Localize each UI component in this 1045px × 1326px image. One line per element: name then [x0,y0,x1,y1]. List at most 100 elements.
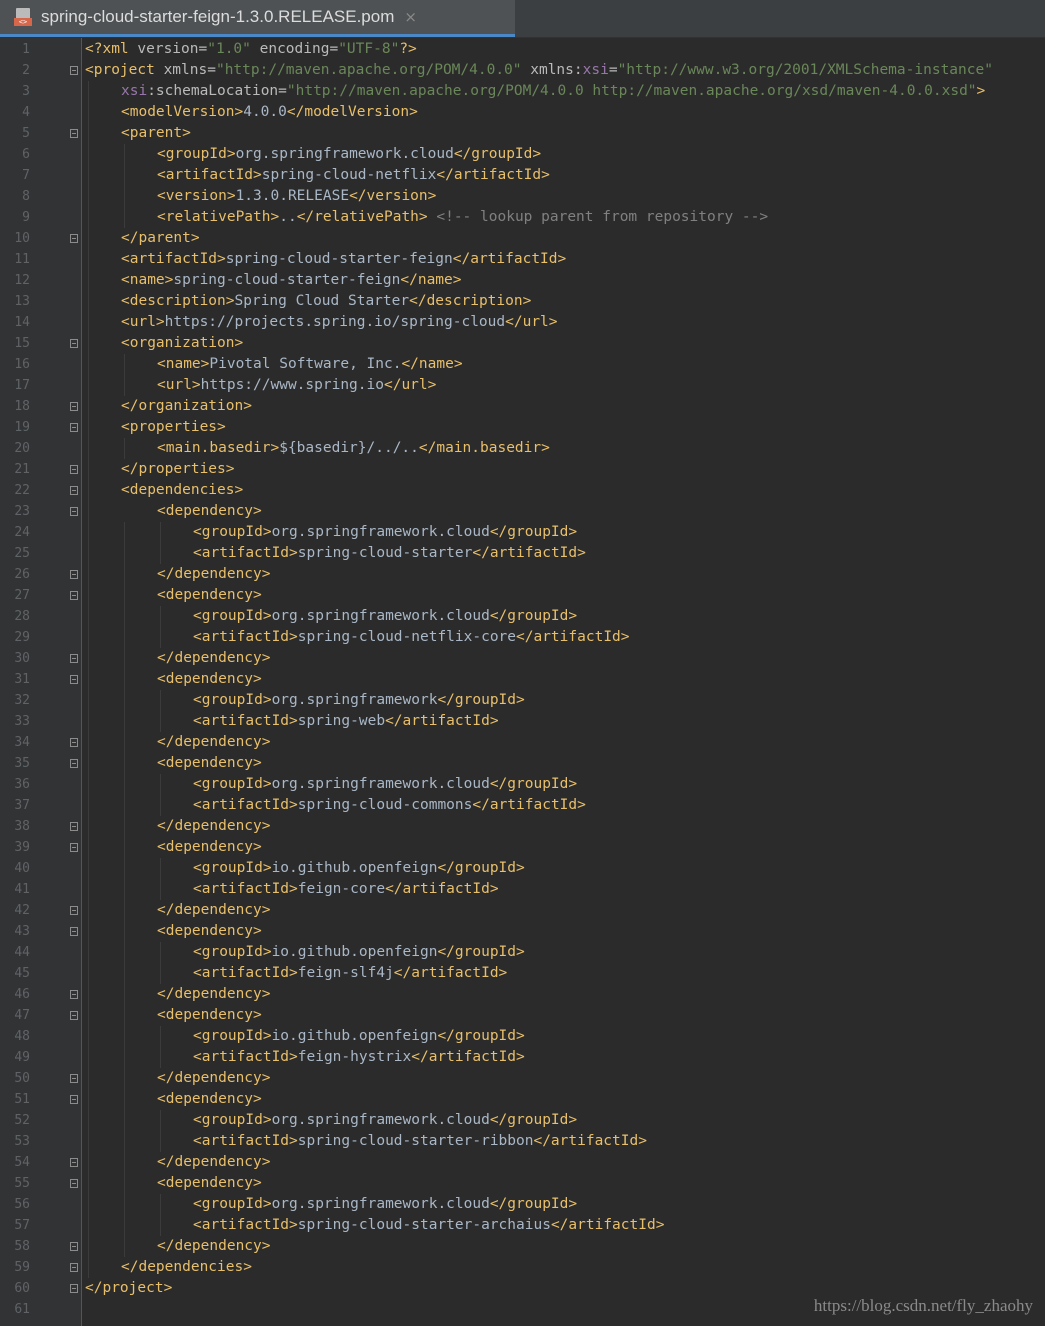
fold-marker-icon[interactable] [70,507,78,516]
fold-marker-icon[interactable] [70,843,78,852]
code-line: 44 <groupId>io.github.openfeign</groupId> [0,942,1045,963]
fold-marker-icon[interactable] [70,906,78,915]
line-number: 21 [14,462,30,477]
fold-marker-icon[interactable] [70,990,78,999]
line-number: 17 [14,378,30,393]
line-number: 40 [14,861,30,876]
line-number: 25 [14,546,30,561]
code-token: <groupId> [157,146,236,162]
code-token: :schemaLocation= [147,83,287,99]
fold-marker-icon[interactable] [70,591,78,600]
code-text: <artifactId>spring-cloud-netflix-core</a… [193,627,630,648]
line-number: 5 [22,126,30,141]
code-token: </dependency> [157,650,271,666]
code-line: 37 <artifactId>spring-cloud-commons</arti… [0,795,1045,816]
line-number: 42 [14,903,30,918]
code-token: </version> [349,188,437,204]
fold-marker-icon[interactable] [70,1095,78,1104]
code-token: feign-slf4j [297,965,394,981]
fold-marker-icon[interactable] [70,570,78,579]
code-token: feign-core [297,881,386,897]
code-line: 53 <artifactId>spring-cloud-starter-ribbo… [0,1131,1045,1152]
code-token: </groupId> [437,692,525,708]
code-token: <groupId> [193,692,272,708]
code-token: </dependency> [157,986,271,1002]
code-token: </name> [401,356,463,372]
code-token: "http://maven.apache.org/POM/4.0.0 http:… [286,83,977,99]
fold-marker-icon[interactable] [70,675,78,684]
code-line: 30 </dependency> [0,648,1045,669]
code-token: </groupId> [489,1112,578,1128]
code-token: .. [279,209,297,225]
code-line: 57 <artifactId>spring-cloud-starter-archa… [0,1215,1045,1236]
fold-marker-icon[interactable] [70,1074,78,1083]
code-text: <?xml version="1.0" encoding="UTF-8"?> [85,39,417,60]
line-number: 9 [22,210,30,225]
fold-marker-icon[interactable] [70,1158,78,1167]
fold-marker-icon[interactable] [70,822,78,831]
fold-marker-icon[interactable] [70,339,78,348]
line-number: 14 [14,315,30,330]
code-line: 26 </dependency> [0,564,1045,585]
code-token: io.github.openfeign [271,944,438,960]
code-token: https://projects.spring.io/spring-cloud [164,314,506,330]
fold-marker-icon[interactable] [70,423,78,432]
fold-marker-icon[interactable] [70,927,78,936]
line-number: 36 [14,777,30,792]
code-token: </url> [505,314,558,330]
fold-marker-icon[interactable] [70,1011,78,1020]
code-text: <dependencies> [121,480,243,501]
fold-marker-icon[interactable] [70,66,78,75]
file-tab[interactable]: <> spring-cloud-starter-feign-1.3.0.RELE… [0,0,515,37]
fold-marker-icon[interactable] [70,129,78,138]
code-token: </dependencies> [121,1259,252,1275]
code-token: </groupId> [489,524,578,540]
code-line: 24 <groupId>org.springframework.cloud</gr… [0,522,1045,543]
code-token: </artifactId> [385,713,499,729]
code-token: </dependency> [157,566,271,582]
line-number: 3 [22,84,30,99]
fold-marker-icon[interactable] [70,1179,78,1188]
code-text: </parent> [121,228,200,249]
fold-marker-icon[interactable] [70,759,78,768]
close-icon[interactable]: × [404,8,417,26]
fold-marker-icon[interactable] [70,738,78,747]
code-text: <groupId>io.github.openfeign</groupId> [193,1026,525,1047]
line-number: 19 [14,420,30,435]
code-line: 40 <groupId>io.github.openfeign</groupId> [0,858,1045,879]
fold-marker-icon[interactable] [70,465,78,474]
code-editor[interactable]: 1 <?xml version="1.0" encoding="UTF-8"?> 2… [0,38,1045,1326]
code-token: spring-cloud-starter [297,545,473,561]
line-number: 46 [14,987,30,1002]
code-text: <name>spring-cloud-starter-feign</name> [121,270,461,291]
code-token: org.springframework.cloud [271,1112,490,1128]
code-text: <groupId>org.springframework.cloud</grou… [193,774,577,795]
line-number: 18 [14,399,30,414]
fold-marker-icon[interactable] [70,1263,78,1272]
code-token: </groupId> [489,1196,578,1212]
line-number: 22 [14,483,30,498]
code-line: 20 <main.basedir>${basedir}/../..</main.b… [0,438,1045,459]
code-text: <artifactId>spring-cloud-starter-archaiu… [193,1215,664,1236]
code-token: </artifactId> [533,1133,647,1149]
fold-marker-icon[interactable] [70,234,78,243]
fold-marker-icon[interactable] [70,486,78,495]
code-text: </dependency> [157,564,271,585]
code-token: <groupId> [193,944,272,960]
code-text: <artifactId>feign-slf4j</artifactId> [193,963,507,984]
code-token: <dependency> [157,1175,262,1191]
fold-marker-icon[interactable] [70,402,78,411]
fold-marker-icon[interactable] [70,1284,78,1293]
line-number: 31 [14,672,30,687]
code-line: 49 <artifactId>feign-hystrix</artifactId> [0,1047,1045,1068]
code-token: </artifactId> [472,797,586,813]
code-line: 11 <artifactId>spring-cloud-starter-feign… [0,249,1045,270]
indent-guide [160,942,161,984]
fold-marker-icon[interactable] [70,1242,78,1251]
line-number: 59 [14,1260,30,1275]
code-line: 47 <dependency> [0,1005,1045,1026]
code-token: spring-cloud-starter-ribbon [297,1133,534,1149]
code-line: 7 <artifactId>spring-cloud-netflix</artif… [0,165,1045,186]
fold-marker-icon[interactable] [70,654,78,663]
code-text: <artifactId>spring-web</artifactId> [193,711,499,732]
